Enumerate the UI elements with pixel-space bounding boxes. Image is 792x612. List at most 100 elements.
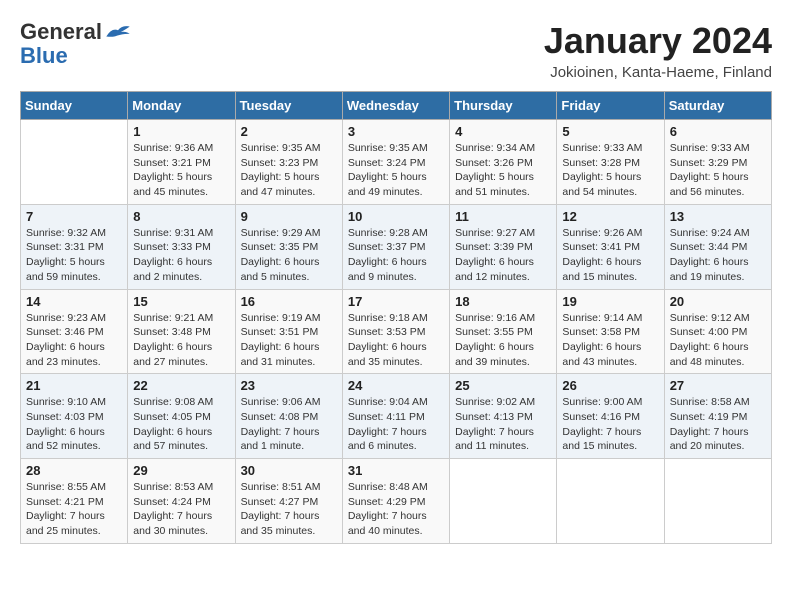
- day-info: Sunrise: 9:23 AMSunset: 3:46 PMDaylight:…: [26, 311, 122, 370]
- day-cell: 5 Sunrise: 9:33 AMSunset: 3:28 PMDaylight…: [557, 120, 664, 205]
- day-number: 21: [26, 378, 122, 393]
- day-number: 16: [241, 294, 337, 309]
- day-info: Sunrise: 9:19 AMSunset: 3:51 PMDaylight:…: [241, 311, 337, 370]
- day-number: 31: [348, 463, 444, 478]
- day-cell: 3Sunrise: 9:35 AMSunset: 3:24 PMDaylight…: [342, 120, 449, 205]
- day-cell: [557, 459, 664, 544]
- day-info: Sunrise: 8:48 AMSunset: 4:29 PMDaylight:…: [348, 480, 444, 539]
- day-info: Sunrise: 9:21 AMSunset: 3:48 PMDaylight:…: [133, 311, 229, 370]
- day-info: Sunrise: 8:58 AMSunset: 4:19 PMDaylight:…: [670, 395, 766, 454]
- day-number: 7: [26, 209, 122, 224]
- day-info: Sunrise: 9:16 AMSunset: 3:55 PMDaylight:…: [455, 311, 551, 370]
- day-info: Sunrise: 9:33 AMSunset: 3:28 PMDaylight:…: [562, 141, 658, 200]
- day-cell: 12 Sunrise: 9:26 AMSunset: 3:41 PMDayligh…: [557, 204, 664, 289]
- day-number: 23: [241, 378, 337, 393]
- logo-blue-text: Blue: [20, 44, 132, 68]
- day-cell: 18Sunrise: 9:16 AMSunset: 3:55 PMDayligh…: [450, 289, 557, 374]
- day-cell: 11 Sunrise: 9:27 AMSunset: 3:39 PMDayligh…: [450, 204, 557, 289]
- day-cell: 13Sunrise: 9:24 AMSunset: 3:44 PMDayligh…: [664, 204, 771, 289]
- calendar-table: SundayMondayTuesdayWednesdayThursdayFrid…: [20, 91, 772, 544]
- day-cell: 19Sunrise: 9:14 AMSunset: 3:58 PMDayligh…: [557, 289, 664, 374]
- calendar-header: SundayMondayTuesdayWednesdayThursdayFrid…: [21, 92, 772, 120]
- day-info: Sunrise: 9:33 AMSunset: 3:29 PMDaylight:…: [670, 141, 766, 200]
- day-info: Sunrise: 9:04 AMSunset: 4:11 PMDaylight:…: [348, 395, 444, 454]
- day-cell: 2 Sunrise: 9:35 AMSunset: 3:23 PMDaylight…: [235, 120, 342, 205]
- day-number: 29: [133, 463, 229, 478]
- location-subtitle: Jokioinen, Kanta-Haeme, Finland: [544, 64, 772, 81]
- day-cell: 17 Sunrise: 9:18 AMSunset: 3:53 PMDayligh…: [342, 289, 449, 374]
- day-number: 2: [241, 124, 337, 139]
- day-info: Sunrise: 9:36 AMSunset: 3:21 PMDaylight:…: [133, 141, 229, 200]
- week-row-5: 28 Sunrise: 8:55 AMSunset: 4:21 PMDayligh…: [21, 459, 772, 544]
- day-cell: 7Sunrise: 9:32 AMSunset: 3:31 PMDaylight…: [21, 204, 128, 289]
- day-number: 24: [348, 378, 444, 393]
- day-number: 22: [133, 378, 229, 393]
- day-cell: 30Sunrise: 8:51 AMSunset: 4:27 PMDayligh…: [235, 459, 342, 544]
- day-number: 25: [455, 378, 551, 393]
- day-cell: 27Sunrise: 8:58 AMSunset: 4:19 PMDayligh…: [664, 374, 771, 459]
- day-info: Sunrise: 9:35 AMSunset: 3:24 PMDaylight:…: [348, 141, 444, 200]
- day-number: 8: [133, 209, 229, 224]
- weekday-header-tuesday: Tuesday: [235, 92, 342, 120]
- day-info: Sunrise: 9:34 AMSunset: 3:26 PMDaylight:…: [455, 141, 551, 200]
- day-info: Sunrise: 8:55 AMSunset: 4:21 PMDaylight:…: [26, 480, 122, 539]
- day-info: Sunrise: 9:18 AMSunset: 3:53 PMDaylight:…: [348, 311, 444, 370]
- day-number: 12: [562, 209, 658, 224]
- day-number: 26: [562, 378, 658, 393]
- day-cell: [664, 459, 771, 544]
- days-of-week-row: SundayMondayTuesdayWednesdayThursdayFrid…: [21, 92, 772, 120]
- day-cell: 9 Sunrise: 9:29 AMSunset: 3:35 PMDaylight…: [235, 204, 342, 289]
- month-title: January 2024: [544, 20, 772, 62]
- day-info: Sunrise: 9:28 AMSunset: 3:37 PMDaylight:…: [348, 226, 444, 285]
- day-info: Sunrise: 9:10 AMSunset: 4:03 PMDaylight:…: [26, 395, 122, 454]
- day-cell: 15 Sunrise: 9:21 AMSunset: 3:48 PMDayligh…: [128, 289, 235, 374]
- day-cell: 31 Sunrise: 8:48 AMSunset: 4:29 PMDayligh…: [342, 459, 449, 544]
- day-info: Sunrise: 9:06 AMSunset: 4:08 PMDaylight:…: [241, 395, 337, 454]
- day-info: Sunrise: 9:02 AMSunset: 4:13 PMDaylight:…: [455, 395, 551, 454]
- day-number: 15: [133, 294, 229, 309]
- day-cell: 29Sunrise: 8:53 AMSunset: 4:24 PMDayligh…: [128, 459, 235, 544]
- day-number: 4: [455, 124, 551, 139]
- day-number: 20: [670, 294, 766, 309]
- logo-general-text: General: [20, 20, 102, 44]
- week-row-2: 7Sunrise: 9:32 AMSunset: 3:31 PMDaylight…: [21, 204, 772, 289]
- day-number: 17: [348, 294, 444, 309]
- day-cell: 28 Sunrise: 8:55 AMSunset: 4:21 PMDayligh…: [21, 459, 128, 544]
- day-number: 13: [670, 209, 766, 224]
- day-cell: 6 Sunrise: 9:33 AMSunset: 3:29 PMDaylight…: [664, 120, 771, 205]
- weekday-header-wednesday: Wednesday: [342, 92, 449, 120]
- weekday-header-thursday: Thursday: [450, 92, 557, 120]
- day-info: Sunrise: 9:12 AMSunset: 4:00 PMDaylight:…: [670, 311, 766, 370]
- day-info: Sunrise: 9:31 AMSunset: 3:33 PMDaylight:…: [133, 226, 229, 285]
- weekday-header-sunday: Sunday: [21, 92, 128, 120]
- day-cell: 23 Sunrise: 9:06 AMSunset: 4:08 PMDayligh…: [235, 374, 342, 459]
- weekday-header-monday: Monday: [128, 92, 235, 120]
- day-info: Sunrise: 9:27 AMSunset: 3:39 PMDaylight:…: [455, 226, 551, 285]
- day-number: 28: [26, 463, 122, 478]
- day-cell: 16 Sunrise: 9:19 AMSunset: 3:51 PMDayligh…: [235, 289, 342, 374]
- day-number: 9: [241, 209, 337, 224]
- day-cell: 24 Sunrise: 9:04 AMSunset: 4:11 PMDayligh…: [342, 374, 449, 459]
- day-cell: 22Sunrise: 9:08 AMSunset: 4:05 PMDayligh…: [128, 374, 235, 459]
- day-info: Sunrise: 9:29 AMSunset: 3:35 PMDaylight:…: [241, 226, 337, 285]
- week-row-3: 14 Sunrise: 9:23 AMSunset: 3:46 PMDayligh…: [21, 289, 772, 374]
- day-cell: 1Sunrise: 9:36 AMSunset: 3:21 PMDaylight…: [128, 120, 235, 205]
- day-cell: 10Sunrise: 9:28 AMSunset: 3:37 PMDayligh…: [342, 204, 449, 289]
- day-cell: 14 Sunrise: 9:23 AMSunset: 3:46 PMDayligh…: [21, 289, 128, 374]
- day-number: 14: [26, 294, 122, 309]
- day-cell: 8 Sunrise: 9:31 AMSunset: 3:33 PMDaylight…: [128, 204, 235, 289]
- day-cell: [21, 120, 128, 205]
- day-cell: [450, 459, 557, 544]
- logo-bird-icon: [104, 23, 132, 41]
- day-info: Sunrise: 9:26 AMSunset: 3:41 PMDaylight:…: [562, 226, 658, 285]
- day-info: Sunrise: 9:35 AMSunset: 3:23 PMDaylight:…: [241, 141, 337, 200]
- day-number: 6: [670, 124, 766, 139]
- week-row-4: 21 Sunrise: 9:10 AMSunset: 4:03 PMDayligh…: [21, 374, 772, 459]
- weekday-header-saturday: Saturday: [664, 92, 771, 120]
- day-number: 5: [562, 124, 658, 139]
- day-number: 30: [241, 463, 337, 478]
- day-number: 11: [455, 209, 551, 224]
- day-number: 19: [562, 294, 658, 309]
- day-cell: 21 Sunrise: 9:10 AMSunset: 4:03 PMDayligh…: [21, 374, 128, 459]
- week-row-1: 1Sunrise: 9:36 AMSunset: 3:21 PMDaylight…: [21, 120, 772, 205]
